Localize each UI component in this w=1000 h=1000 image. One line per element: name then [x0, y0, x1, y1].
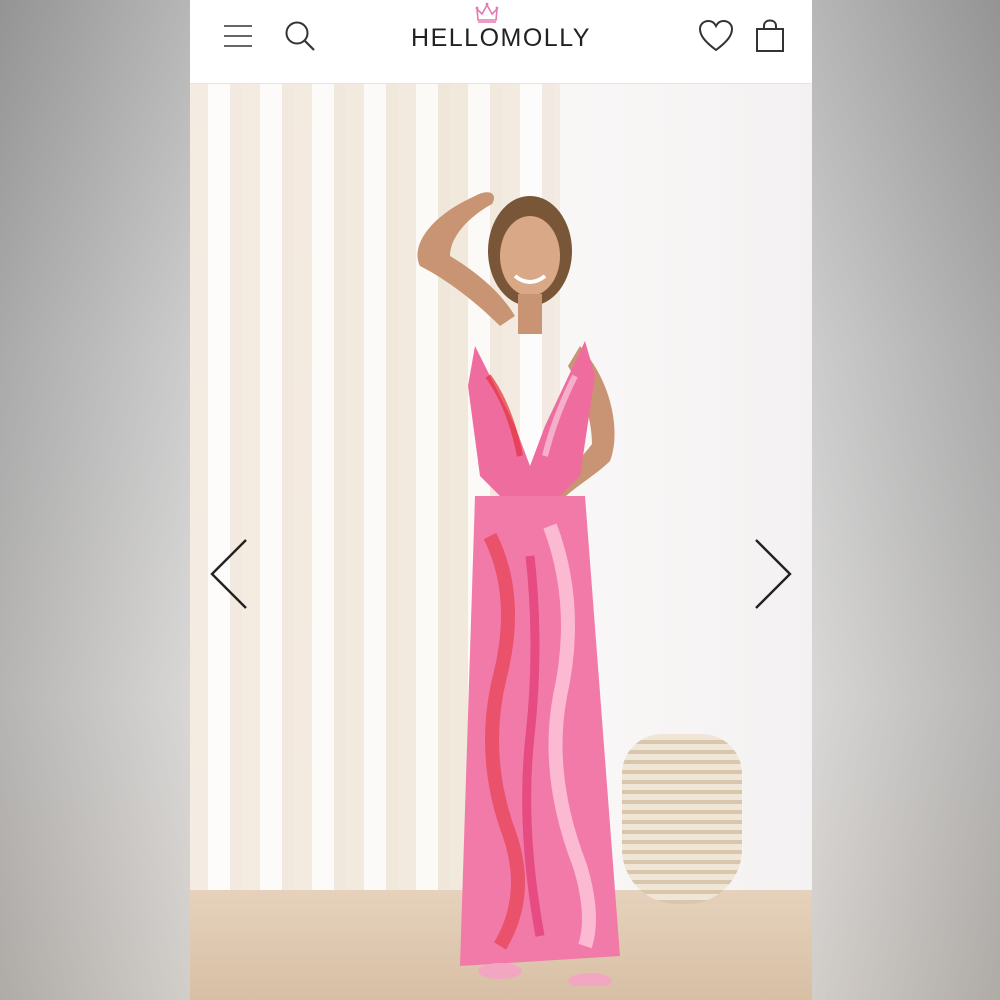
- mobile-product-page: HELLOMOLLY: [190, 0, 812, 1000]
- wishlist-button[interactable]: [698, 18, 734, 54]
- product-photo-basket: [622, 734, 742, 904]
- site-header: HELLOMOLLY: [190, 0, 812, 84]
- logo-crown-icon: [475, 2, 499, 23]
- product-image-gallery[interactable]: [190, 84, 812, 1000]
- previous-image-button[interactable]: [206, 534, 256, 614]
- cart-button[interactable]: [752, 18, 788, 54]
- next-image-button[interactable]: [746, 534, 796, 614]
- background-blur-right: [812, 0, 1000, 1000]
- heart-icon: [698, 19, 734, 52]
- product-photo-model: [417, 192, 620, 986]
- chevron-right-icon: [755, 539, 792, 609]
- shopping-bag-icon: [756, 19, 784, 52]
- chevron-left-icon: [210, 539, 247, 609]
- background-blur-left: [0, 0, 190, 1000]
